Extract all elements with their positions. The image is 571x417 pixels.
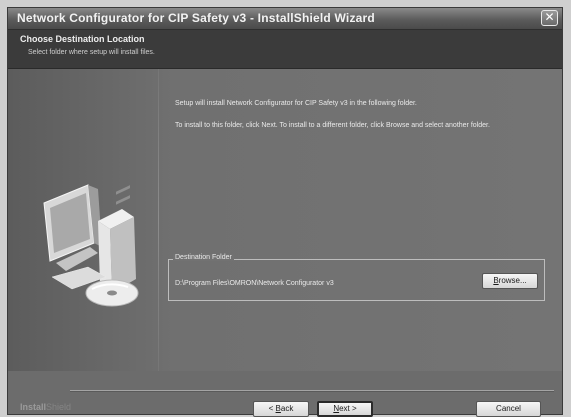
back-prefix: < — [268, 404, 276, 413]
brand-bold: Install — [20, 402, 47, 412]
back-rest: ack — [280, 404, 294, 413]
wizard-content: Setup will install Network Configurator … — [8, 69, 562, 371]
computer-with-cd-icon — [43, 184, 139, 307]
browse-button[interactable]: Browse... — [482, 273, 538, 289]
destination-folder-label: Destination Folder — [173, 254, 234, 261]
header-title: Choose Destination Location — [20, 34, 145, 44]
description-text-2: To install to this folder, click Next. T… — [175, 122, 490, 129]
back-button[interactable]: < Back — [253, 401, 309, 417]
browse-rest: rowse... — [498, 276, 527, 285]
content-divider — [158, 69, 159, 371]
close-icon[interactable]: ✕ — [541, 10, 558, 26]
window-title: Network Configurator for CIP Safety v3 -… — [17, 11, 375, 25]
wizard-footer: InstallShield < Back Next > Cancel — [8, 371, 562, 417]
brand-light: Shield — [46, 402, 72, 412]
installer-window: Network Configurator for CIP Safety v3 -… — [7, 7, 563, 417]
installshield-logo: InstallShield — [20, 402, 71, 412]
footer-divider — [70, 390, 554, 392]
next-button[interactable]: Next > — [317, 401, 373, 417]
cancel-button[interactable]: Cancel — [476, 401, 541, 417]
header-subtitle: Select folder where setup will install f… — [28, 49, 155, 56]
description-text-1: Setup will install Network Configurator … — [175, 100, 417, 107]
wizard-header: Choose Destination Location Select folde… — [8, 30, 562, 69]
destination-path: D:\Program Files\OMRON\Network Configura… — [175, 280, 334, 287]
title-bar[interactable]: Network Configurator for CIP Safety v3 -… — [8, 8, 562, 30]
next-rest: ext > — [339, 404, 357, 413]
